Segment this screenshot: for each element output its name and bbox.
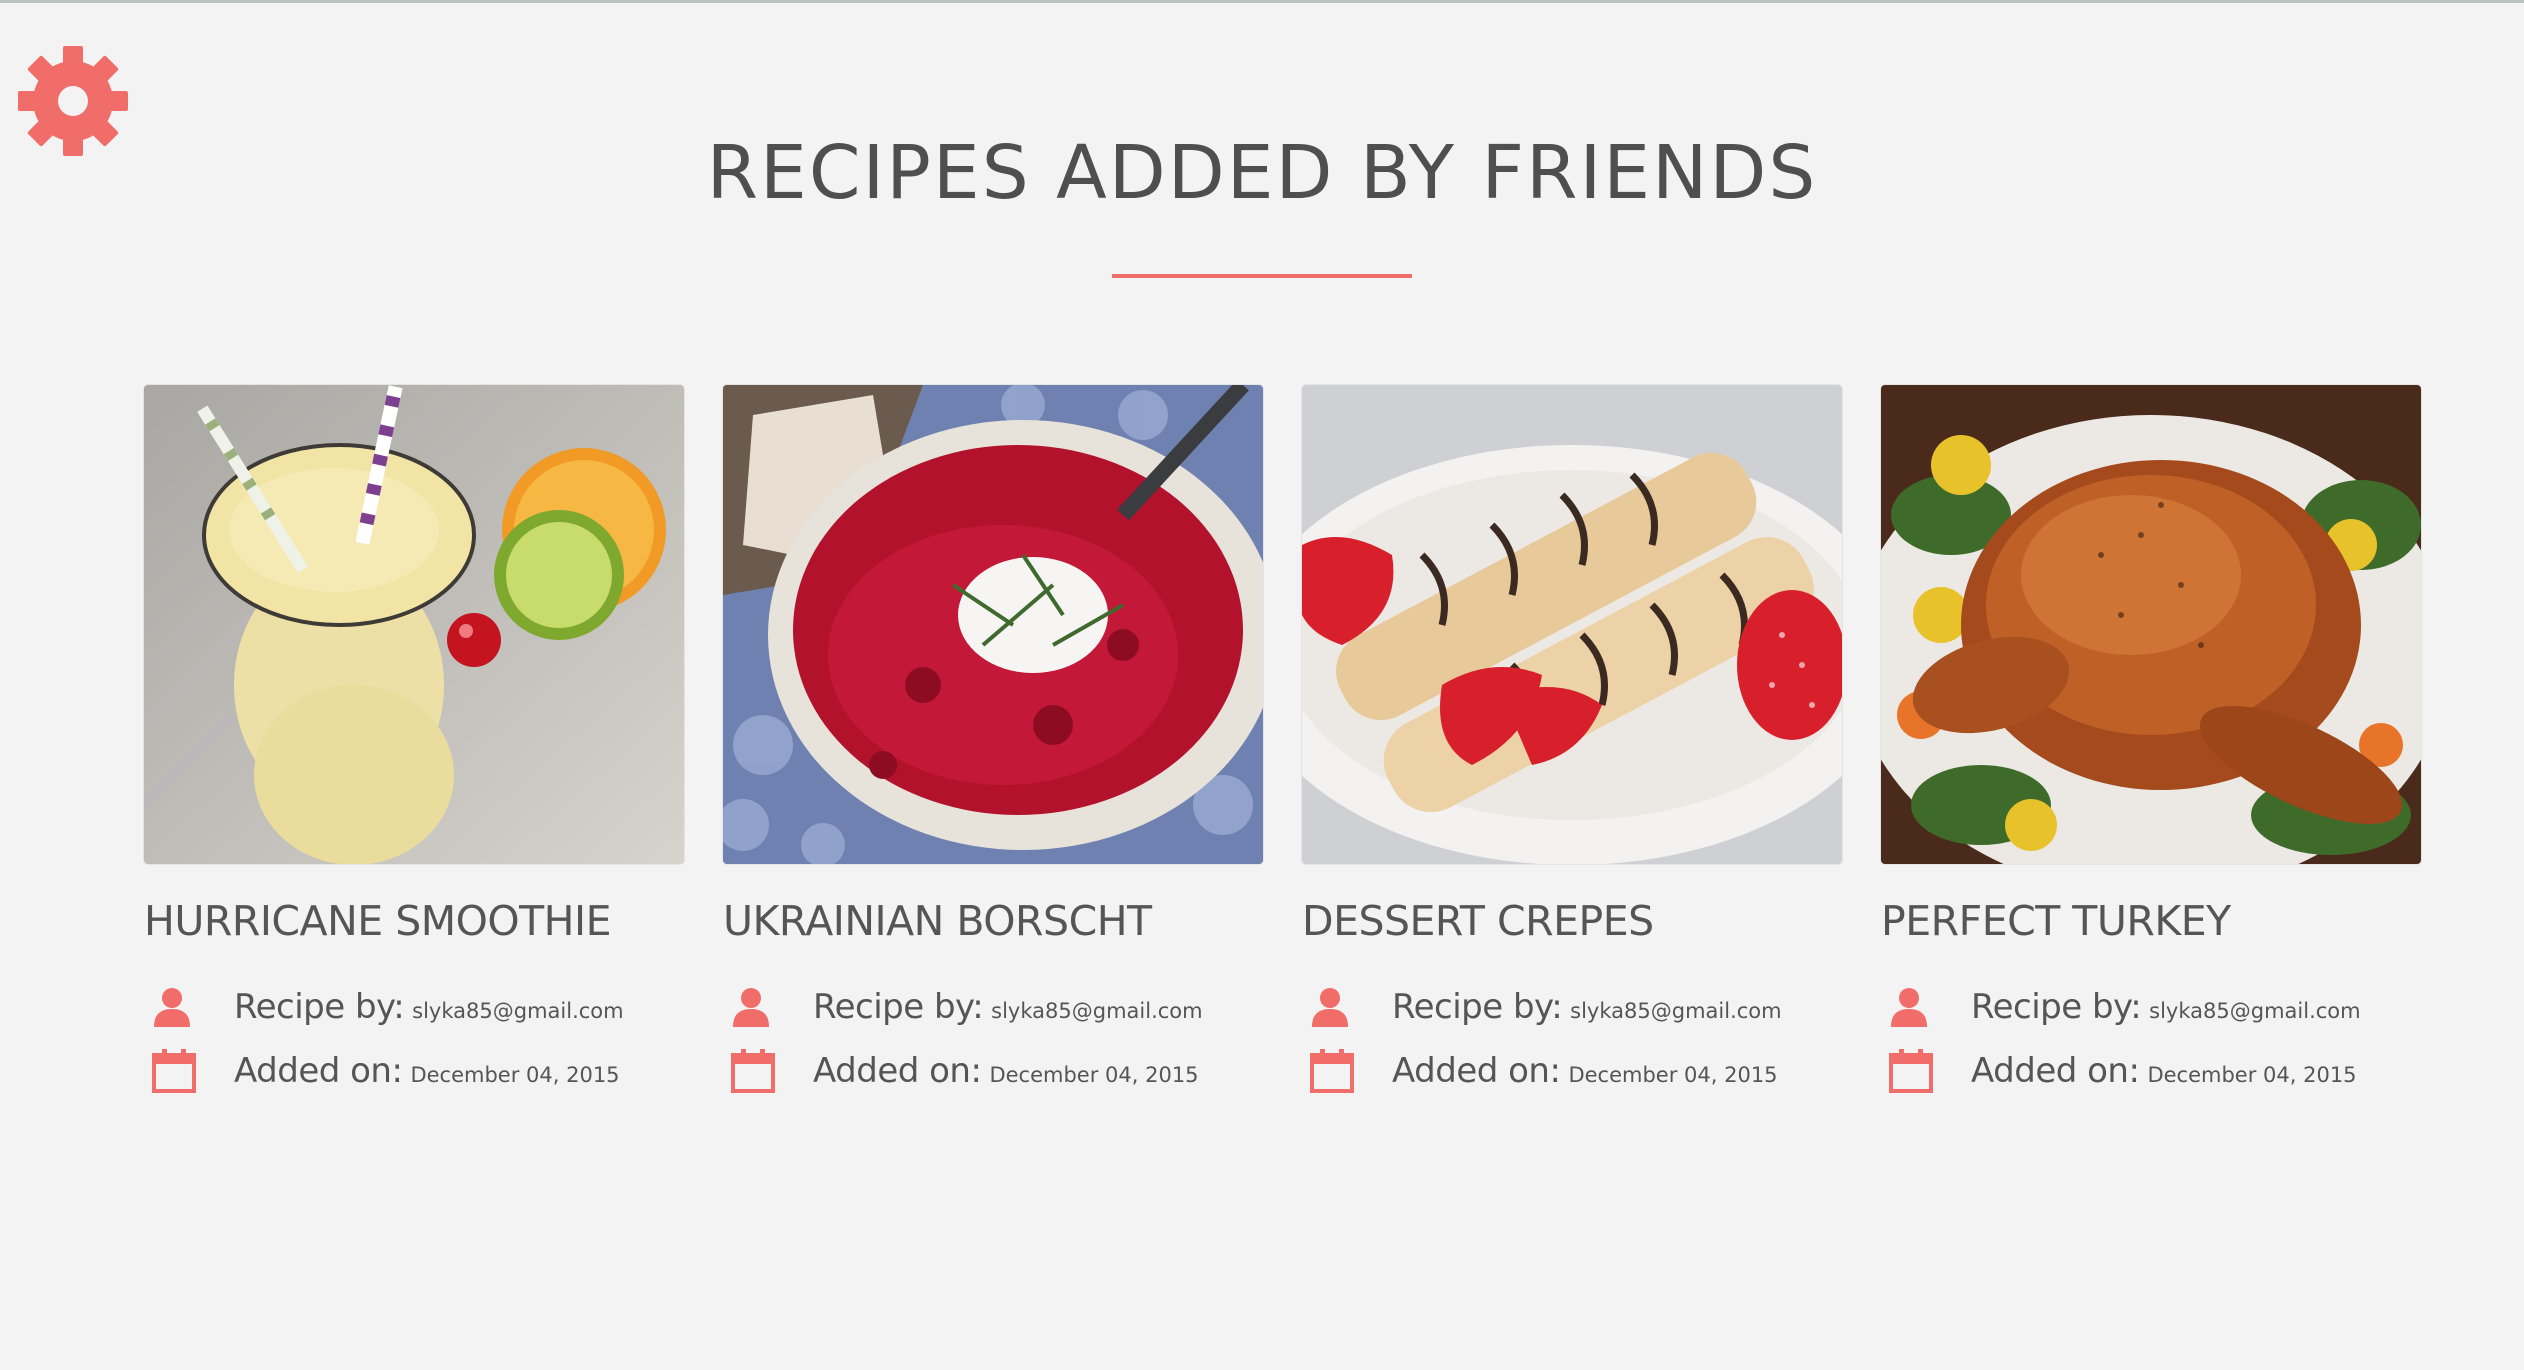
recipe-author-row: Recipe by: slyka85@gmail.com: [1881, 982, 2361, 1032]
recipe-date-row: Added on: December 04, 2015: [723, 1046, 1199, 1096]
recipe-image-borscht[interactable]: [723, 385, 1263, 864]
calendar-icon: [1302, 1046, 1392, 1096]
recipe-author: slyka85@gmail.com: [1570, 999, 1782, 1023]
borscht-photo: [723, 385, 1263, 864]
page-title: RECIPES ADDED BY FRIENDS: [706, 130, 1818, 216]
recipe-image-turkey[interactable]: [1881, 385, 2421, 864]
user-icon: [1881, 982, 1971, 1032]
recipe-image-smoothie[interactable]: [144, 385, 684, 864]
crepes-photo: [1302, 385, 1842, 864]
recipe-title[interactable]: DESSERT CREPES: [1302, 897, 1654, 945]
added-on-label: Added on:: [1971, 1051, 2140, 1091]
user-icon: [1302, 982, 1392, 1032]
recipe-author: slyka85@gmail.com: [412, 999, 624, 1023]
recipe-by-label: Recipe by:: [1392, 987, 1563, 1027]
added-on-date: December 04, 2015: [410, 1063, 620, 1087]
recipe-image-crepes[interactable]: [1302, 385, 1842, 864]
recipe-author-row: Recipe by: slyka85@gmail.com: [723, 982, 1203, 1032]
user-icon: [144, 982, 234, 1032]
user-icon: [723, 982, 813, 1032]
recipe-card[interactable]: HURRICANE SMOOTHIE Recipe by: slyka85@gm…: [144, 385, 684, 1093]
added-on-date: December 04, 2015: [1568, 1063, 1778, 1087]
recipe-title[interactable]: PERFECT TURKEY: [1881, 897, 2231, 945]
recipe-author: slyka85@gmail.com: [2149, 999, 2361, 1023]
added-on-label: Added on:: [234, 1051, 403, 1091]
turkey-photo: [1881, 385, 2421, 864]
calendar-icon: [1881, 1046, 1971, 1096]
recipe-title[interactable]: HURRICANE SMOOTHIE: [144, 897, 612, 945]
recipe-date-row: Added on: December 04, 2015: [144, 1046, 620, 1096]
added-on-date: December 04, 2015: [989, 1063, 1199, 1087]
smoothie-photo: [144, 385, 684, 864]
calendar-icon: [144, 1046, 234, 1096]
recipe-by-label: Recipe by:: [813, 987, 984, 1027]
calendar-icon: [723, 1046, 813, 1096]
recipe-date-row: Added on: December 04, 2015: [1881, 1046, 2357, 1096]
added-on-label: Added on:: [1392, 1051, 1561, 1091]
recipe-title[interactable]: UKRAINIAN BORSCHT: [723, 897, 1152, 945]
recipe-by-label: Recipe by:: [1971, 987, 2142, 1027]
recipe-by-label: Recipe by:: [234, 987, 405, 1027]
recipe-author-row: Recipe by: slyka85@gmail.com: [144, 982, 624, 1032]
recipe-card[interactable]: DESSERT CREPES Recipe by: slyka85@gmail.…: [1302, 385, 1842, 1093]
recipe-card[interactable]: PERFECT TURKEY Recipe by: slyka85@gmail.…: [1881, 385, 2421, 1093]
title-divider: [1112, 274, 1412, 278]
added-on-date: December 04, 2015: [2147, 1063, 2357, 1087]
added-on-label: Added on:: [813, 1051, 982, 1091]
recipe-card[interactable]: UKRAINIAN BORSCHT Recipe by: slyka85@gma…: [723, 385, 1263, 1093]
recipe-author-row: Recipe by: slyka85@gmail.com: [1302, 982, 1782, 1032]
recipe-date-row: Added on: December 04, 2015: [1302, 1046, 1778, 1096]
recipe-author: slyka85@gmail.com: [991, 999, 1203, 1023]
